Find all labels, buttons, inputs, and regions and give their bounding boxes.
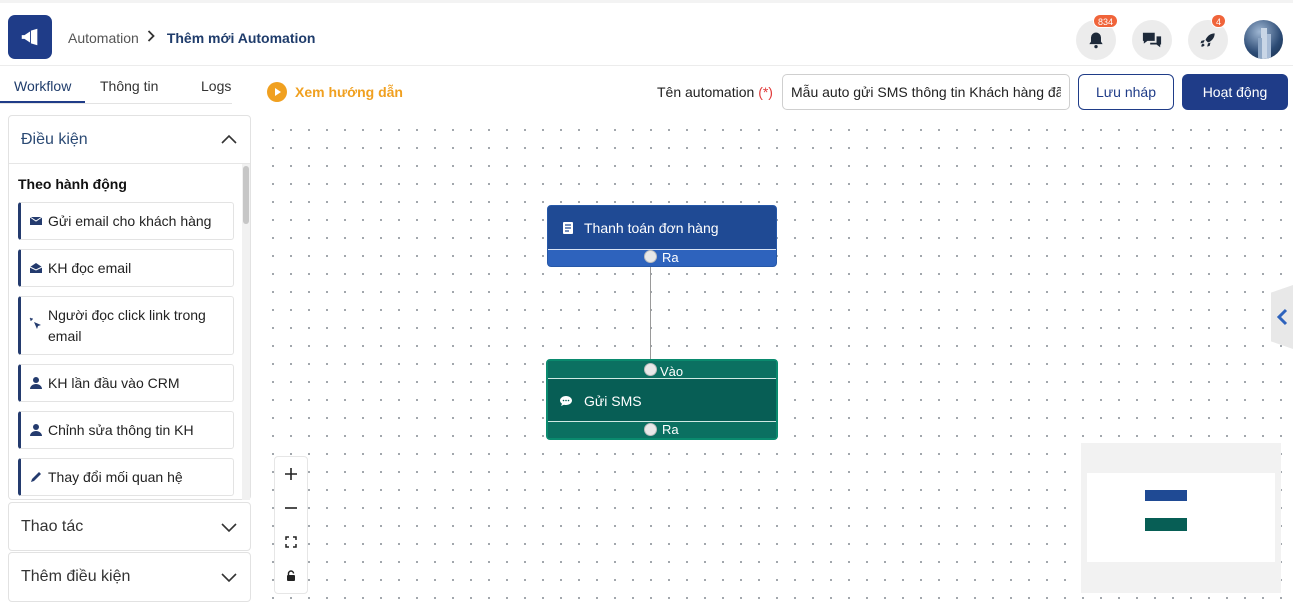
output-port-label: Ra [662, 250, 679, 265]
minimap-viewport [1087, 473, 1275, 562]
condition-item-change-relation[interactable]: Thay đổi mối quan hệ [18, 458, 234, 496]
tab-info[interactable]: Thông tin [100, 78, 158, 94]
breadcrumb: Automation Thêm mới Automation [68, 29, 315, 46]
node-divider [548, 378, 776, 379]
guide-label: Xem hướng dẫn [295, 84, 403, 100]
top-bar: Automation Thêm mới Automation 834 4 [0, 0, 1293, 66]
output-port[interactable] [644, 423, 657, 436]
envelope-open-icon [29, 263, 43, 273]
guide-link[interactable]: Xem hướng dẫn [267, 82, 403, 102]
zoom-controls [274, 456, 308, 594]
rocket-badge: 4 [1211, 14, 1227, 28]
tab-active-indicator [0, 101, 85, 103]
avatar[interactable] [1244, 20, 1283, 59]
megaphone-icon [21, 28, 38, 46]
section-title: Theo hành động [18, 176, 127, 192]
breadcrumb-automation[interactable]: Automation [68, 30, 139, 46]
chevron-down-icon [221, 573, 237, 583]
message-icon [560, 396, 572, 406]
notifications-badge: 834 [1093, 14, 1119, 28]
tab-workflow[interactable]: Workflow [14, 78, 71, 94]
user-icon [30, 377, 42, 389]
save-draft-button[interactable]: Lưu nháp [1078, 74, 1174, 110]
tabs-divider [0, 103, 232, 104]
action-node[interactable]: Vào Gửi SMS Ra [546, 359, 778, 440]
trigger-node-title: Thanh toán đơn hàng [584, 220, 719, 236]
action-node-title: Gửi SMS [584, 393, 642, 409]
chat-button[interactable] [1132, 20, 1172, 60]
breadcrumb-current: Thêm mới Automation [166, 29, 316, 46]
workflow-edge [650, 264, 651, 364]
click-pointer-icon [29, 317, 41, 329]
chat-icon [1142, 32, 1162, 48]
lock-icon [287, 570, 295, 581]
more-conditions-title: Thêm điều kiện [21, 568, 131, 585]
chevron-right-icon [147, 29, 155, 46]
automation-name-label: Tên automation (*) [657, 84, 773, 100]
app-logo[interactable] [8, 15, 52, 59]
chevron-down-icon [221, 523, 237, 533]
conditions-panel-header[interactable]: Điều kiện [9, 116, 250, 164]
chevron-up-icon [221, 134, 237, 144]
fit-view-button[interactable] [275, 525, 307, 559]
notifications-button[interactable]: 834 [1076, 14, 1119, 60]
condition-item-send-email[interactable]: Gửi email cho khách hàng [18, 202, 234, 240]
zoom-out-button[interactable] [275, 491, 307, 525]
minus-icon [285, 507, 297, 509]
fit-view-icon [285, 536, 297, 548]
rocket-button[interactable]: 4 [1188, 14, 1228, 60]
minimap-action-node [1145, 518, 1187, 531]
zoom-in-button[interactable] [275, 457, 307, 491]
condition-item-first-visit[interactable]: KH lần đầu vào CRM [18, 364, 234, 402]
conditions-panel: Điều kiện Theo hành động Gửi email cho k… [8, 115, 251, 500]
chevron-left-icon [1276, 308, 1288, 326]
pencil-icon [31, 472, 41, 482]
right-panel-toggle[interactable] [1271, 285, 1293, 349]
bell-icon [1089, 32, 1103, 49]
receipt-icon [563, 222, 573, 234]
condition-item-read-email[interactable]: KH đọc email [18, 249, 234, 287]
tab-logs[interactable]: Logs [201, 78, 231, 94]
required-mark: (*) [758, 84, 773, 100]
rocket-icon [1200, 33, 1215, 47]
more-conditions-panel[interactable]: Thêm điều kiện [8, 552, 251, 602]
user-icon [30, 424, 42, 436]
play-circle-icon [267, 82, 287, 102]
output-port[interactable] [644, 250, 657, 263]
minimap[interactable] [1081, 443, 1281, 593]
conditions-title: Điều kiện [21, 130, 88, 148]
condition-list: Gửi email cho khách hàng KH đọc email Ng… [18, 202, 235, 498]
automation-name-input[interactable] [782, 74, 1070, 110]
output-port-label: Ra [662, 422, 679, 437]
actions-panel[interactable]: Thao tác [8, 502, 251, 551]
more-conditions-panel-header[interactable]: Thêm điều kiện [9, 553, 250, 601]
scrollbar-thumb[interactable] [243, 166, 249, 224]
condition-item-click-link[interactable]: Người đọc click link trong email [18, 296, 234, 355]
trigger-node[interactable]: Thanh toán đơn hàng Ra [547, 205, 777, 267]
actions-title: Thao tác [21, 518, 84, 535]
left-tabs: Workflow Thông tin Logs [0, 66, 258, 104]
input-port-label: Vào [660, 364, 684, 379]
envelope-icon [29, 216, 43, 225]
minimap-trigger-node [1145, 490, 1187, 501]
input-port[interactable] [644, 363, 657, 376]
plus-icon [285, 468, 297, 480]
actions-panel-header[interactable]: Thao tác [9, 503, 250, 551]
lock-button[interactable] [275, 559, 307, 593]
condition-item-edit-customer[interactable]: Chỉnh sửa thông tin KH [18, 411, 234, 449]
activate-button[interactable]: Hoạt động [1182, 74, 1288, 110]
